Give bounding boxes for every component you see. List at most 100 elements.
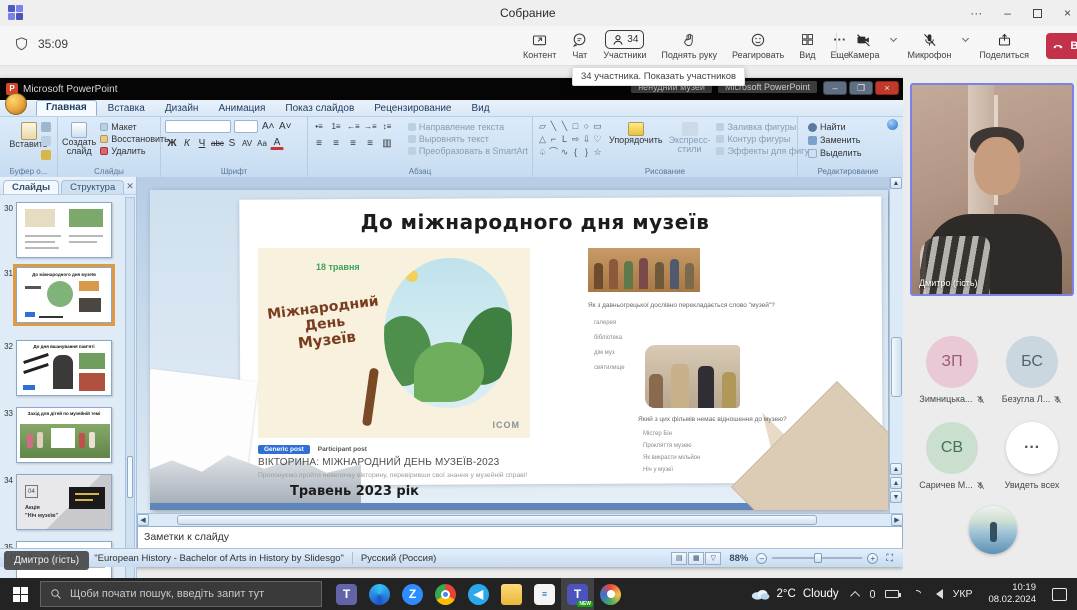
taskbar-app-explorer[interactable] [495, 578, 528, 610]
vertical-scroll-thumb[interactable] [891, 337, 902, 397]
layout-button[interactable]: Макет [100, 122, 169, 132]
font-name-select[interactable] [165, 120, 231, 133]
action-center-icon[interactable] [1052, 588, 1067, 601]
underline-button[interactable]: Ч [195, 137, 209, 150]
maximize-button[interactable] [1033, 9, 1042, 18]
bold-button[interactable]: Ж [165, 137, 179, 150]
taskbar-weather[interactable]: 2°C Cloudy [750, 587, 853, 601]
slide-thumbnail-32[interactable]: До дня вшанування пам'яті [16, 340, 112, 396]
font-color-button[interactable]: А [270, 137, 284, 150]
avatar[interactable]: БС [1006, 336, 1058, 388]
zoom-slider[interactable]: – + [756, 553, 878, 564]
strikethrough-button[interactable]: abc [210, 137, 224, 150]
zoom-slider-thumb[interactable] [814, 553, 822, 563]
chat-button[interactable]: Чат [568, 28, 591, 62]
slide-sorter-button[interactable]: ▦ [688, 552, 704, 565]
pp-minimize-button[interactable]: – [823, 81, 847, 95]
camera-button[interactable]: Камера [845, 28, 882, 62]
participant-bezugla[interactable]: БС Безугла Л... [993, 336, 1071, 404]
reset-button[interactable]: Восстановить [100, 134, 169, 144]
notes-pane[interactable]: Заметки к слайду [137, 526, 903, 550]
previous-slide-button[interactable]: ▲ [890, 477, 902, 489]
cut-icon[interactable] [41, 122, 51, 132]
decrease-indent-button[interactable]: ←≡ [346, 120, 360, 133]
new-slide-button[interactable]: Создать слайд [62, 120, 96, 157]
tab-design[interactable]: Дизайн [156, 102, 208, 116]
more-options-button[interactable]: ··· [970, 6, 982, 20]
share-button[interactable]: Поделиться [976, 28, 1032, 62]
taskbar-app-zoom[interactable]: Z [396, 578, 429, 610]
tray-volume-icon[interactable] [931, 589, 943, 599]
text-shadow-button[interactable]: S [225, 137, 239, 150]
fit-to-window-button[interactable]: ⛶ [886, 553, 893, 564]
format-painter-icon[interactable] [41, 150, 51, 160]
align-left-button[interactable]: ≡ [312, 137, 326, 150]
slide-thumbnail-33[interactable]: Захід для дітей по музейній темі [16, 407, 112, 463]
align-text-button[interactable]: Выровнять текст [408, 134, 528, 144]
video-tile-dmytro[interactable]: Дмитро (гість) [910, 83, 1074, 296]
raise-hand-button[interactable]: Поднять руку [658, 28, 720, 62]
select-button[interactable]: Выделить [808, 148, 894, 158]
italic-button[interactable]: К [180, 137, 194, 150]
mic-device-chevron-icon[interactable] [962, 35, 969, 42]
quick-styles-button[interactable]: Экспресс-стили [669, 120, 711, 159]
taskbar-app-chrome[interactable] [429, 578, 462, 610]
slide-31[interactable]: До міжнародного дня музеїв 18 травня Між… [150, 190, 888, 510]
numbering-button[interactable]: 1≡ [329, 120, 343, 133]
taskbar-app-teams[interactable]: T [330, 578, 363, 610]
shapes-gallery[interactable]: ▱╲╲□○▭ △⌐L⇨⇩♡ ♤⌒∿{}☆ [537, 120, 603, 159]
ellipsis-avatar[interactable]: ··· [1006, 422, 1058, 474]
panel-close-icon[interactable]: ✕ [126, 181, 134, 194]
change-case-button[interactable]: Аа [255, 137, 269, 150]
bullets-button[interactable]: •≡ [312, 120, 326, 133]
replace-button[interactable]: Заменить [808, 135, 894, 145]
horizontal-scrollbar[interactable]: ◀ ▶ [137, 513, 903, 526]
tab-home[interactable]: Главная [36, 100, 97, 116]
start-button[interactable] [0, 578, 40, 610]
participant-sarychev[interactable]: СВ Саричев М... [913, 422, 991, 490]
tab-view[interactable]: Вид [463, 102, 499, 116]
slide-thumbnail-34[interactable]: 04 Акція "Ніч музеїв" [16, 474, 112, 530]
see-everyone-button[interactable]: ··· Увидеть всех [993, 422, 1071, 490]
tray-wifi-icon[interactable] [909, 590, 921, 598]
tray-language[interactable]: УКР [953, 588, 973, 600]
tray-battery-icon[interactable] [885, 590, 899, 598]
taskbar-app-edge[interactable] [363, 578, 396, 610]
tray-clock[interactable]: 10:19 08.02.2024 [982, 582, 1042, 606]
zoom-out-button[interactable]: – [756, 553, 767, 564]
columns-button[interactable]: ▥ [380, 137, 394, 150]
participant-zymnytska[interactable]: ЗП Зимницька... [913, 336, 991, 404]
tab-animations[interactable]: Анимация [209, 102, 274, 116]
find-button[interactable]: Найти [808, 122, 894, 132]
panel-tab-outline[interactable]: Структура [61, 180, 124, 194]
tray-mic-icon[interactable] [870, 590, 875, 598]
taskbar-app-writer[interactable]: ≡ [528, 578, 561, 610]
arrange-button[interactable]: Упорядочить [609, 120, 663, 159]
grow-font-button[interactable]: A˄ [261, 120, 275, 133]
copy-icon[interactable] [41, 136, 51, 146]
avatar[interactable]: ЗП [926, 336, 978, 388]
text-direction-button[interactable]: Направление текста [408, 122, 528, 132]
line-spacing-button[interactable]: ↕≡ [380, 120, 394, 133]
smartart-button[interactable]: Преобразовать в SmartArt [408, 146, 528, 156]
char-spacing-button[interactable]: AV [240, 137, 254, 150]
tab-review[interactable]: Рецензирование [365, 102, 460, 116]
align-center-button[interactable]: ≡ [329, 137, 343, 150]
avatar[interactable]: СВ [926, 422, 978, 474]
slide-thumbnail-31-selected[interactable]: До міжнародного дня музеїв [16, 267, 112, 323]
font-size-select[interactable] [234, 120, 258, 133]
taskbar-app-teams-classic-active[interactable]: TNEW [561, 578, 594, 610]
delete-slide-button[interactable]: Удалить [100, 146, 169, 156]
tab-slideshow[interactable]: Показ слайдов [276, 102, 363, 116]
normal-view-button[interactable]: ▤ [671, 552, 687, 565]
next-slide-button[interactable]: ▼ [890, 491, 902, 503]
taskbar-search-input[interactable]: Щоби почати пошук, введіть запит тут [40, 581, 322, 607]
zoom-in-button[interactable]: + [867, 553, 878, 564]
slide-thumbnail-30[interactable] [16, 202, 112, 258]
horizontal-scroll-thumb[interactable] [177, 515, 817, 525]
view-button[interactable]: Вид [796, 28, 818, 62]
leave-button[interactable]: Выйти [1046, 33, 1077, 59]
panel-tab-slides[interactable]: Слайды [3, 180, 59, 194]
justify-button[interactable]: ≡ [363, 137, 377, 150]
pp-close-button[interactable]: × [875, 81, 899, 95]
